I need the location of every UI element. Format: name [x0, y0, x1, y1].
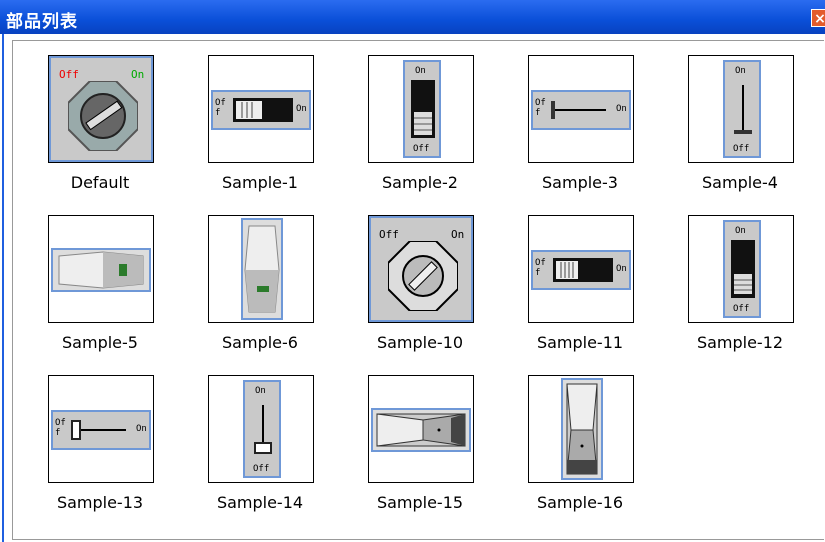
list-item[interactable]: On Off Sample-2 — [345, 55, 495, 205]
list-item-label: Sample-3 — [542, 173, 618, 192]
list-item-label: Sample-4 — [702, 173, 778, 192]
list-item-label: Sample-14 — [216, 493, 304, 512]
list-item[interactable]: Sample-6 — [185, 215, 335, 365]
rocker-3d-vertical-icon — [528, 375, 634, 483]
rocker-panel-vertical-icon — [208, 215, 314, 323]
list-item-label: Sample-1 — [222, 173, 298, 192]
list-item[interactable]: Of f On Sample-13 — [25, 375, 175, 525]
slide-switch-vertical-icon: On Off — [688, 215, 794, 323]
list-item-label: Sample-10 — [376, 333, 464, 352]
lever-switch-horizontal-icon: Of f On — [48, 375, 154, 483]
list-item-label: Sample-16 — [536, 493, 624, 512]
list-item[interactable]: Off On Default — [25, 55, 175, 205]
close-icon[interactable]: × — [811, 9, 825, 27]
lever-switch-horizontal-icon: Of f On — [528, 55, 634, 163]
list-item[interactable]: On Off Sample-4 — [665, 55, 815, 205]
list-item[interactable]: Sample-5 — [25, 215, 175, 365]
list-item[interactable]: Of f On Sample-11 — [505, 215, 655, 365]
list-item[interactable]: Sample-16 — [505, 375, 655, 525]
rocker-switch-vertical-icon: On Off — [368, 55, 474, 163]
list-item-label: Sample-13 — [56, 493, 144, 512]
content-area: Off On Default Of f On Sample-1 On Off S… — [2, 34, 825, 542]
list-item[interactable]: On Off Sample-14 — [185, 375, 335, 525]
rocker-panel-horizontal-icon — [48, 215, 154, 323]
rotary-switch-icon: Off On — [48, 55, 154, 163]
slide-switch-horizontal-icon: Of f On — [208, 55, 314, 163]
list-item-label: Sample-5 — [62, 333, 138, 352]
title-bar[interactable]: 部品列表 × — [0, 0, 825, 34]
lever-switch-vertical-icon: On Off — [208, 375, 314, 483]
parts-grid: Off On Default Of f On Sample-1 On Off S… — [12, 40, 824, 540]
list-item[interactable]: Off On Sample-10 — [345, 215, 495, 365]
list-item[interactable]: On Off Sample-12 — [665, 215, 815, 365]
list-item-label: Sample-6 — [222, 333, 298, 352]
window-title: 部品列表 — [6, 12, 78, 32]
list-item-label: Default — [70, 173, 130, 192]
list-item-label: Sample-12 — [696, 333, 784, 352]
list-item-label: Sample-15 — [376, 493, 464, 512]
list-item[interactable]: Of f On Sample-1 — [185, 55, 335, 205]
list-item-label: Sample-11 — [536, 333, 624, 352]
lever-switch-vertical-icon: On Off — [688, 55, 794, 163]
slide-switch-horizontal-icon: Of f On — [528, 215, 634, 323]
list-item-label: Sample-2 — [382, 173, 458, 192]
list-item[interactable]: Of f On Sample-3 — [505, 55, 655, 205]
rocker-3d-horizontal-icon — [368, 375, 474, 483]
list-item[interactable]: Sample-15 — [345, 375, 495, 525]
rotary-switch-icon: Off On — [368, 215, 474, 323]
parts-list-window: 部品列表 × Off On Default Of f On Sample-1 O… — [0, 0, 825, 542]
